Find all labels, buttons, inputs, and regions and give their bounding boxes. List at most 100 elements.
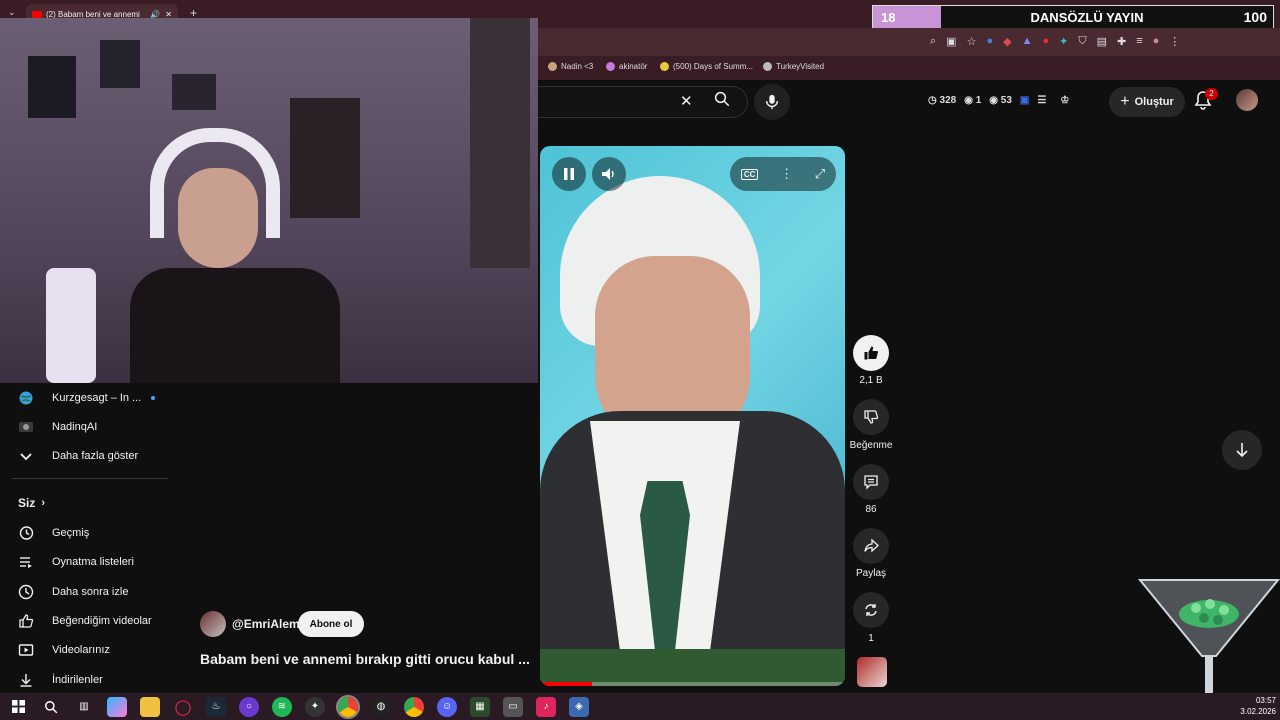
sidebar-subscription-item[interactable]: Kurzgesagt – In ... bbox=[0, 384, 170, 412]
trophy-icon[interactable]: ♔ bbox=[1060, 95, 1069, 106]
remix-button[interactable] bbox=[853, 592, 889, 628]
sidebar-item-label: Daha sonra izle bbox=[52, 586, 129, 598]
install-icon[interactable]: ▣ bbox=[946, 35, 956, 48]
windows-start-icon[interactable] bbox=[8, 697, 28, 717]
channel-name[interactable]: @EmriAlem bbox=[232, 617, 300, 631]
webcam-overlay bbox=[0, 18, 538, 383]
captions-icon[interactable]: CC bbox=[740, 168, 759, 180]
sidebar-item-history[interactable]: Geçmiş bbox=[0, 519, 170, 547]
extension-badge-icon[interactable]: ▣ bbox=[1020, 95, 1029, 106]
stat-value: 328 bbox=[939, 95, 957, 106]
extension-icon[interactable]: ▲ bbox=[1022, 35, 1033, 48]
spotify-icon[interactable]: ≋ bbox=[272, 696, 292, 717]
extension-icon[interactable]: ▤ bbox=[1097, 35, 1107, 48]
sidebar-item-your-videos[interactable]: Videolarınız bbox=[0, 636, 170, 664]
bookmark-item[interactable]: (500) Days of Summ... bbox=[660, 62, 753, 71]
video-controls-right: CC ⋮ ⤢ bbox=[730, 157, 836, 191]
youtube-favicon-icon bbox=[32, 10, 42, 18]
remix-icon bbox=[865, 604, 877, 616]
app-icon[interactable]: ◍ bbox=[371, 696, 391, 717]
share-button[interactable] bbox=[853, 528, 889, 564]
arrow-down-icon bbox=[1236, 443, 1248, 458]
menu-list-icon[interactable]: ≡ bbox=[1136, 35, 1142, 48]
video-progress-track[interactable] bbox=[540, 682, 845, 686]
create-button[interactable]: + Oluştur bbox=[1109, 87, 1185, 117]
tab-list-chevron-icon[interactable]: ⌄ bbox=[8, 7, 16, 18]
short-title[interactable]: Babam beni ve annemi bırakıp gitti orucu… bbox=[200, 651, 530, 667]
wall-poster bbox=[172, 74, 216, 110]
short-video-player[interactable]: CC ⋮ ⤢ bbox=[540, 146, 845, 686]
opera-icon[interactable]: ◯ bbox=[173, 697, 193, 717]
bookmark-favicon-icon bbox=[660, 62, 669, 71]
new-content-dot bbox=[151, 396, 156, 400]
search-icon[interactable] bbox=[41, 697, 61, 717]
download-icon bbox=[0, 672, 52, 688]
more-vert-icon[interactable]: ⋮ bbox=[1169, 35, 1180, 48]
more-vert-icon[interactable]: ⋮ bbox=[780, 166, 793, 182]
bookmark-star-icon[interactable]: ☆ bbox=[967, 35, 977, 48]
discord-icon[interactable]: ☺ bbox=[437, 696, 457, 717]
clear-search-icon[interactable]: ✕ bbox=[680, 92, 693, 110]
voice-search-button[interactable] bbox=[754, 84, 790, 120]
sound-thumbnail[interactable] bbox=[857, 657, 887, 687]
app-icon[interactable]: ✦ bbox=[305, 696, 325, 717]
extension-icon[interactable]: ● bbox=[986, 35, 993, 48]
chrome-icon[interactable] bbox=[404, 696, 424, 717]
globe-icon bbox=[0, 390, 52, 406]
tiktok-icon[interactable]: ♪ bbox=[536, 696, 556, 717]
overlay-title: DANSÖZLÜ YAYIN bbox=[1030, 9, 1144, 25]
zoom-icon[interactable]: ⌕ bbox=[930, 35, 936, 48]
like-count: 2,1 B bbox=[859, 375, 883, 386]
comments-button[interactable] bbox=[853, 464, 889, 500]
sidebar-item-liked-videos[interactable]: Beğendiğim videolar bbox=[0, 607, 170, 635]
chevron-down-icon bbox=[0, 448, 52, 464]
app-icon[interactable]: ◈ bbox=[569, 696, 589, 717]
plus-icon: + bbox=[1120, 93, 1130, 110]
playlist-icon bbox=[0, 554, 52, 570]
bookmark-item[interactable]: akinatör bbox=[606, 62, 647, 71]
you-section-header[interactable]: Siz › bbox=[18, 496, 45, 510]
list-icon[interactable]: ☰ bbox=[1037, 95, 1046, 106]
notification-badge: 2 bbox=[1205, 88, 1218, 100]
bookmark-label: Nadin <3 bbox=[561, 62, 594, 71]
dislike-button[interactable] bbox=[853, 399, 889, 435]
volume-button[interactable] bbox=[592, 157, 626, 191]
file-explorer-icon[interactable] bbox=[140, 696, 160, 717]
clock-time: 03:57 bbox=[1255, 696, 1276, 705]
pause-button[interactable] bbox=[552, 157, 586, 191]
search-icon[interactable] bbox=[713, 90, 731, 113]
fullscreen-icon[interactable]: ⤢ bbox=[815, 166, 825, 182]
extension-icon[interactable]: ✦ bbox=[1059, 35, 1068, 48]
copilot-icon[interactable] bbox=[107, 696, 127, 717]
sidebar-item-playlists[interactable]: Oynatma listeleri bbox=[0, 548, 170, 576]
task-view-icon[interactable]: ▥ bbox=[74, 697, 94, 717]
profile-icon[interactable]: ● bbox=[1153, 35, 1160, 48]
comment-icon bbox=[864, 475, 878, 490]
steam-icon[interactable]: ♨ bbox=[206, 696, 226, 717]
eye-icon: ◉ bbox=[964, 95, 973, 106]
notifications-button[interactable]: 2 bbox=[1194, 88, 1218, 112]
system-clock[interactable]: 03:57 3.02.2026 bbox=[1226, 695, 1276, 717]
bookmark-favicon-icon bbox=[548, 62, 557, 71]
bookmark-item[interactable]: Nadin <3 bbox=[548, 62, 593, 71]
chrome-icon[interactable] bbox=[336, 694, 360, 719]
mic-icon bbox=[765, 94, 779, 110]
extension-icon[interactable]: ◆ bbox=[1003, 35, 1011, 48]
subscribe-button[interactable]: Abone ol bbox=[298, 611, 364, 637]
extension-icon[interactable]: ● bbox=[1042, 35, 1049, 48]
app-icon[interactable]: ▦ bbox=[470, 696, 490, 717]
puzzle-icon[interactable]: ✚ bbox=[1117, 35, 1126, 48]
channel-avatar[interactable] bbox=[200, 611, 226, 637]
next-short-button[interactable] bbox=[1222, 430, 1262, 470]
sidebar-subscription-item[interactable]: NadinqAI bbox=[0, 413, 170, 441]
shield-icon[interactable]: ⛉ bbox=[1078, 35, 1086, 48]
sidebar-item-downloads[interactable]: İndirilenler bbox=[0, 666, 170, 694]
like-button[interactable] bbox=[853, 335, 889, 371]
window-icon[interactable]: ▭ bbox=[503, 696, 523, 717]
bookmark-item[interactable]: TurkeyVisited bbox=[763, 62, 824, 71]
app-icon[interactable]: ○ bbox=[239, 696, 259, 717]
account-avatar[interactable] bbox=[1236, 89, 1258, 111]
sidebar-item-watch-later[interactable]: Daha sonra izle bbox=[0, 578, 170, 606]
you-section-label: Siz bbox=[18, 496, 36, 510]
show-more-button[interactable]: Daha fazla göster bbox=[0, 442, 170, 470]
